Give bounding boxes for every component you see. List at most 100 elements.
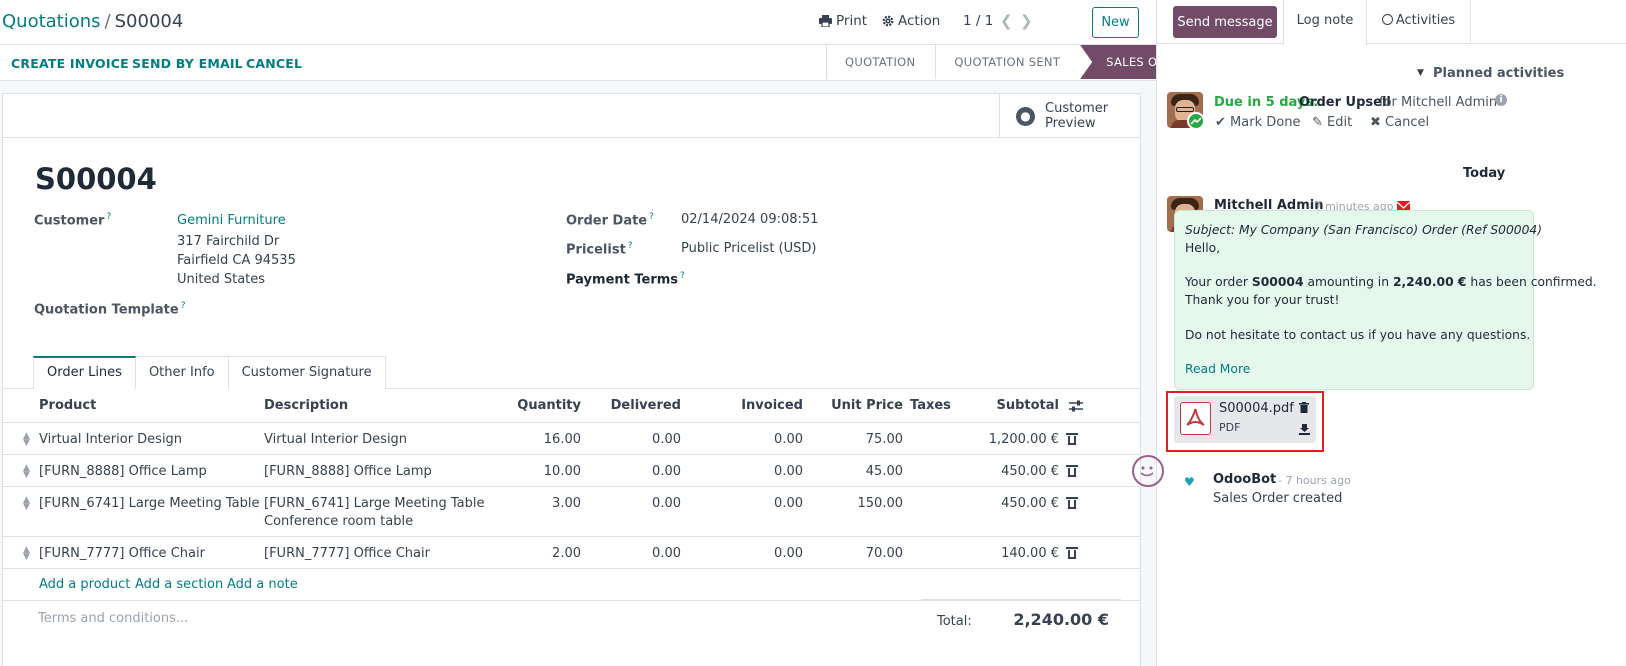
- help-marker[interactable]: ?: [106, 212, 111, 222]
- terms-input[interactable]: Terms and conditions...: [38, 611, 188, 626]
- cell-quantity[interactable]: 10.00: [481, 463, 581, 481]
- table-row[interactable]: ▲ ▼ [FURN_8888] Office Lamp [FURN_8888] O…: [3, 455, 1140, 487]
- log-note-button[interactable]: Log note: [1283, 0, 1367, 45]
- stage-quotation-sent[interactable]: QUOTATION SENT: [935, 45, 1080, 79]
- pager-prev-icon[interactable]: ❮: [1000, 12, 1013, 30]
- activities-button[interactable]: Activities: [1367, 0, 1471, 44]
- col-unit-price[interactable]: Unit Price: [803, 398, 903, 413]
- table-row[interactable]: ▲ ▼ Virtual Interior Design Virtual Inter…: [3, 423, 1140, 455]
- col-description[interactable]: Description: [264, 398, 348, 413]
- drag-handle-icon[interactable]: ▲ ▼: [23, 546, 30, 562]
- address-line-1: 317 Fairchild Dr: [177, 234, 280, 249]
- cell-product[interactable]: [FURN_7777] Office Chair: [39, 545, 205, 563]
- cell-description[interactable]: [FURN_6741] Large Meeting Table: [264, 495, 484, 513]
- mark-done-button[interactable]: ✔ Mark Done: [1215, 115, 1300, 130]
- cell-description[interactable]: [FURN_7777] Office Chair: [264, 545, 430, 563]
- customer-name-link[interactable]: Gemini Furniture: [177, 213, 286, 228]
- info-icon[interactable]: i: [1495, 94, 1507, 106]
- cell-invoiced: 0.00: [774, 432, 803, 447]
- column-settings-icon[interactable]: [1069, 400, 1083, 412]
- customer-preview-button[interactable]: ● Customer Preview: [999, 94, 1140, 138]
- cell-quantity[interactable]: 2.00: [481, 545, 581, 563]
- send-by-email-button[interactable]: SEND BY EMAIL: [132, 56, 243, 71]
- cell-quantity[interactable]: 3.00: [481, 495, 581, 513]
- edit-activity-button[interactable]: ✎ Edit: [1312, 115, 1352, 130]
- cancel-activity-button[interactable]: ✖ Cancel: [1370, 115, 1429, 130]
- create-invoice-button[interactable]: CREATE INVOICE: [11, 56, 129, 71]
- cancel-order-button[interactable]: CANCEL: [246, 56, 302, 71]
- add-product-link[interactable]: Add a product: [39, 577, 130, 592]
- download-icon[interactable]: [1299, 424, 1310, 435]
- breadcrumb-quotations[interactable]: Quotations: [2, 11, 101, 32]
- pager-next-icon[interactable]: ❯: [1020, 12, 1033, 30]
- planned-activities-toggle[interactable]: ▼ Planned activities: [1157, 64, 1626, 82]
- cell-description[interactable]: [FURN_8888] Office Lamp: [264, 463, 432, 481]
- send-message-button[interactable]: Send message: [1173, 6, 1277, 38]
- table-row[interactable]: ▲ ▼ [FURN_7777] Office Chair [FURN_7777] …: [3, 537, 1140, 569]
- cell-product[interactable]: [FURN_8888] Office Lamp: [39, 463, 207, 481]
- activity-title: Order Upsell: [1299, 95, 1391, 110]
- tab-order-lines[interactable]: Order Lines: [33, 356, 136, 389]
- breadcrumb-current: S00004: [114, 11, 184, 32]
- drag-handle-icon[interactable]: ▲ ▼: [23, 464, 30, 480]
- trend-up-icon: [1187, 112, 1205, 130]
- print-icon: [819, 15, 832, 27]
- col-taxes[interactable]: Taxes: [910, 398, 951, 413]
- help-marker[interactable]: ?: [628, 241, 633, 251]
- pricelist-value[interactable]: Public Pricelist (USD): [681, 241, 816, 256]
- cell-product[interactable]: [FURN_6741] Large Meeting Table: [39, 495, 259, 513]
- col-quantity[interactable]: Quantity: [481, 398, 581, 413]
- order-name: S00004: [35, 162, 157, 196]
- breadcrumb-separator: /: [104, 11, 111, 32]
- new-button[interactable]: New: [1092, 7, 1139, 38]
- tab-other-info[interactable]: Other Info: [135, 356, 229, 389]
- control-panel: Quotations / S00004 Print Action 1 / 1 ❮ ❯…: [0, 0, 1156, 45]
- trash-icon[interactable]: [1066, 464, 1078, 478]
- action-button[interactable]: Action: [882, 13, 940, 29]
- cell-unit-price[interactable]: 70.00: [803, 545, 903, 563]
- col-invoiced[interactable]: Invoiced: [703, 398, 803, 413]
- cell-quantity[interactable]: 16.00: [481, 431, 581, 449]
- totals-box: Total: 2,240.00 €: [921, 599, 1121, 639]
- cell-subtotal: 450.00 €: [1001, 496, 1059, 511]
- cell-unit-price[interactable]: 75.00: [803, 431, 903, 449]
- read-more-link[interactable]: Read More: [1185, 362, 1250, 376]
- trash-icon[interactable]: [1299, 402, 1309, 413]
- add-section-link[interactable]: Add a section: [135, 577, 223, 592]
- col-product[interactable]: Product: [39, 398, 96, 413]
- help-marker[interactable]: ?: [680, 271, 685, 281]
- help-marker[interactable]: ?: [181, 301, 186, 311]
- cell-product[interactable]: Virtual Interior Design: [39, 431, 182, 449]
- trash-icon[interactable]: [1066, 496, 1078, 510]
- attachment-card[interactable]: S00004.pdf PDF: [1166, 391, 1324, 452]
- add-note-link[interactable]: Add a note: [227, 577, 298, 592]
- stage-quotation[interactable]: QUOTATION: [826, 45, 935, 79]
- help-marker[interactable]: ?: [649, 212, 654, 222]
- activities-label: Activities: [1395, 13, 1456, 28]
- cell-unit-price[interactable]: 150.00: [803, 495, 904, 513]
- trash-icon[interactable]: [1066, 546, 1078, 560]
- message-thanks: Thank you for your trust!: [1185, 293, 1340, 307]
- odoobot-avatar[interactable]: [1132, 455, 1164, 487]
- col-delivered[interactable]: Delivered: [581, 398, 681, 413]
- print-button[interactable]: Print: [819, 13, 867, 29]
- body-prefix: Your order: [1185, 275, 1248, 289]
- col-subtotal[interactable]: Subtotal: [963, 398, 1059, 413]
- cell-description-line2[interactable]: Conference room table: [264, 513, 413, 531]
- message-bubble: Subject: My Company (San Francisco) Orde…: [1174, 210, 1597, 390]
- status-bar: QUOTATION QUOTATION SENT SALES ORDER: [826, 45, 1209, 79]
- message-subject: Subject: My Company (San Francisco) Orde…: [1185, 223, 1543, 237]
- drag-handle-icon[interactable]: ▲ ▼: [23, 496, 30, 512]
- pricelist-label: Pricelist?: [566, 241, 633, 257]
- tab-customer-signature[interactable]: Customer Signature: [228, 356, 386, 389]
- pager-value[interactable]: 1 / 1: [963, 13, 993, 29]
- table-row[interactable]: ▲ ▼ [FURN_6741] Large Meeting Table [FURN…: [3, 487, 1140, 537]
- drag-handle-icon[interactable]: ▲ ▼: [23, 432, 30, 448]
- bot-author[interactable]: OdooBot: [1213, 472, 1276, 487]
- trash-icon[interactable]: [1066, 432, 1078, 446]
- order-date-value[interactable]: 02/14/2024 09:08:51: [681, 212, 818, 227]
- cell-unit-price[interactable]: 45.00: [803, 463, 903, 481]
- cell-description[interactable]: Virtual Interior Design: [264, 431, 407, 449]
- pricelist-label-text: Pricelist: [566, 242, 626, 258]
- message-contact: Do not hesitate to contact us if you hav…: [1185, 328, 1531, 342]
